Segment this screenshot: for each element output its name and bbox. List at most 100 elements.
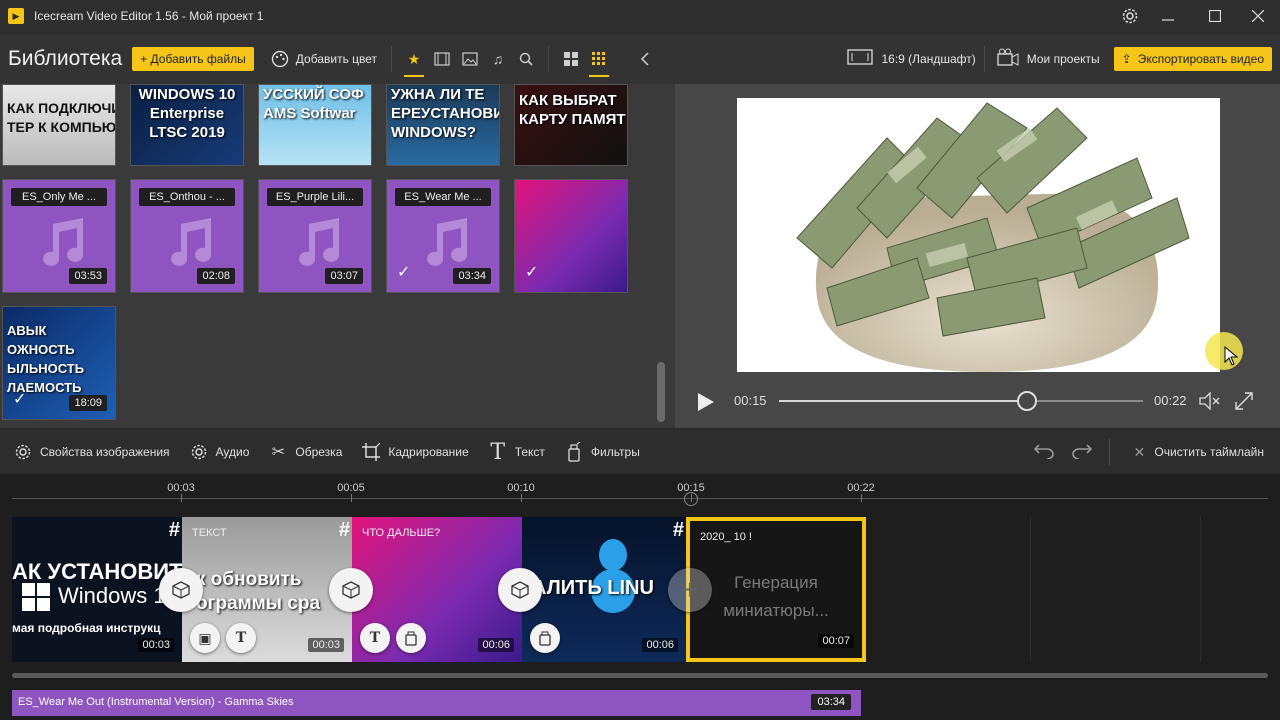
thumb-text: УССКИЙ СОФ AMS Softwar — [263, 86, 364, 122]
timeline-clip[interactable]: АК УСТАНОВИТ Windows 1 мая подробная инс… — [12, 517, 182, 662]
clip-label: ТЕКСТ — [192, 527, 227, 539]
audio-tile[interactable]: ES_Wear Me ... ✓ 03:34 — [386, 179, 500, 293]
play-icon[interactable] — [697, 392, 715, 415]
crop-action-icon[interactable]: ▣ — [190, 623, 220, 653]
video-thumb[interactable]: КАК ВЫБРАТ КАРТУ ПАМЯТ — [514, 84, 628, 166]
filter-action-icon[interactable] — [396, 623, 426, 653]
fullscreen-icon[interactable] — [1234, 391, 1254, 414]
clip-duration: 00:03 — [138, 638, 174, 652]
seek-handle[interactable] — [1016, 391, 1037, 411]
crop-button[interactable]: Кадрирование — [360, 441, 469, 463]
add-transition-icon[interactable]: + — [668, 568, 712, 612]
playhead-marker[interactable] — [684, 492, 698, 506]
video-thumb[interactable]: УССКИЙ СОФ AMS Softwar — [258, 84, 372, 166]
camera-icon — [997, 48, 1019, 71]
duration-badge: 03:34 — [453, 268, 491, 284]
music-icon[interactable]: ♫ — [488, 49, 508, 69]
divider — [391, 46, 393, 72]
timeline-scrollbar[interactable] — [12, 673, 1268, 678]
search-icon[interactable] — [516, 49, 536, 69]
transition-icon[interactable] — [329, 568, 373, 612]
close-icon[interactable] — [1236, 0, 1280, 32]
text-action-icon[interactable]: T — [226, 623, 256, 653]
text-button[interactable]: T Текст — [487, 440, 545, 465]
export-video-button[interactable]: ⇪ Экспортировать видео — [1113, 47, 1272, 71]
hash-icon: # — [168, 519, 180, 541]
audio-tile[interactable]: ES_Only Me ... 03:53 — [2, 179, 116, 293]
library-scrollbar[interactable] — [657, 362, 665, 422]
time-ruler[interactable]: 00:03 00:05 00:10 00:15 00:22 — [0, 474, 1280, 514]
aspect-ratio-button[interactable]: 16:9 (Ландшафт) — [847, 48, 976, 70]
clip-title: АК УСТАНОВИТ — [12, 559, 182, 584]
thumb-text: АВЫК ОЖНОСТЬ ЫЛЬНОСТЬ ЛАЕМОСТЬ — [7, 323, 85, 395]
check-icon: ✓ — [397, 264, 411, 281]
image-properties-button[interactable]: Свойства изображения — [12, 441, 170, 463]
video-thumb[interactable]: WINDOWS 10 Enterprise LTSC 2019 — [130, 84, 244, 166]
audio-name: ES_Onthou - ... — [139, 188, 235, 206]
divider — [983, 46, 985, 72]
clear-timeline-button[interactable]: ✕ Очистить таймлайн — [1120, 441, 1264, 463]
duration-badge: 18:09 — [69, 395, 107, 411]
timeline-clip-selected[interactable]: 2020_ 10 ! Генерация миниатюры... 00:07 — [686, 517, 866, 662]
image-icon[interactable] — [460, 49, 480, 69]
trim-button[interactable]: ✂ Обрезка — [267, 441, 343, 463]
audio-track-name: ES_Wear Me Out (Instrumental Version) - … — [18, 696, 294, 708]
hash-icon: # — [672, 519, 684, 541]
tick-label: 00:05 — [337, 482, 365, 494]
add-files-button[interactable]: + Добавить файлы — [132, 47, 254, 71]
aspect-ratio-icon — [847, 48, 874, 70]
film-icon[interactable] — [432, 49, 452, 69]
preview-panel: 00:15 00:22 — [675, 84, 1280, 428]
timeline-clip[interactable]: АЛИТЬ LINU # 00:06 — [522, 517, 686, 662]
toolbar-right: ✕ Очистить таймлайн — [1025, 430, 1270, 474]
audio-tile[interactable]: ES_Onthou - ... 02:08 — [130, 179, 244, 293]
grid-small-icon[interactable] — [589, 49, 610, 77]
aspect-ratio-label: 16:9 (Ландшафт) — [881, 52, 976, 66]
tick-label: 00:22 — [847, 482, 875, 494]
minimize-icon[interactable] — [1146, 0, 1190, 32]
audio-track[interactable]: ES_Wear Me Out (Instrumental Version) - … — [12, 690, 861, 716]
add-color-label: Добавить цвет — [295, 52, 378, 66]
filter-action-icon[interactable] — [530, 623, 560, 653]
my-projects-button[interactable]: Мои проекты — [997, 48, 1100, 71]
transition-icon[interactable] — [498, 568, 542, 612]
scissors-icon: ✂ — [271, 444, 286, 461]
ruler-line — [12, 498, 1268, 499]
clip-subtitle: ограммы сра — [196, 593, 321, 614]
redo-icon[interactable] — [1071, 439, 1093, 465]
timeline-clip[interactable]: ЧТО ДАЛЬШЕ? T 00:06 — [352, 517, 522, 662]
video-thumb[interactable]: АВЫК ОЖНОСТЬ ЫЛЬНОСТЬ ЛАЕМОСТЬ ✓ 18:09 — [2, 306, 116, 420]
mute-icon[interactable] — [1199, 391, 1221, 413]
clip-duration: 00:03 — [308, 638, 344, 652]
audio-name: ES_Only Me ... — [11, 188, 107, 206]
check-icon: ✓ — [13, 391, 27, 408]
add-color-button[interactable]: Добавить цвет — [270, 49, 377, 69]
maximize-icon[interactable] — [1193, 0, 1237, 32]
undo-icon[interactable] — [1033, 439, 1055, 465]
palette-icon — [270, 49, 290, 69]
video-frame[interactable] — [737, 98, 1220, 372]
video-thumb[interactable]: КАК ПОДКЛЮЧИТ ТЕР К КОМПЬЮ — [2, 84, 116, 166]
clip-label: ЧТО ДАЛЬШЕ? — [362, 527, 441, 539]
chevron-left-icon[interactable] — [635, 49, 655, 69]
star-icon[interactable]: ★ — [404, 49, 425, 77]
timeline-clip[interactable]: ТЕКСТ к обновить ограммы сра # ▣ T 00:03 — [182, 517, 352, 662]
library-title: Библиотека — [8, 47, 123, 70]
thumb-text: УЖНА ЛИ ТЕ ЕРЕУСТАНОВИ WINDOWS? — [391, 86, 500, 141]
transition-icon[interactable] — [159, 568, 203, 612]
timeline: 00:03 00:05 00:10 00:15 00:22 АК УСТАНОВ… — [0, 474, 1280, 720]
filters-button[interactable]: Фильтры — [563, 441, 640, 463]
upload-icon: ⇪ — [1121, 52, 1132, 66]
audio-tile[interactable]: ES_Purple Lili... 03:07 — [258, 179, 372, 293]
seek-bar-fill — [779, 400, 1027, 402]
audio-button[interactable]: Аудио — [188, 441, 249, 463]
grid-large-icon[interactable] — [561, 49, 581, 69]
gradient-tile[interactable]: ✓ — [514, 179, 628, 293]
gear-icon — [12, 441, 34, 463]
clip-duration: 00:07 — [818, 634, 854, 648]
duration-badge: 03:07 — [325, 268, 363, 284]
video-thumb[interactable]: УЖНА ЛИ ТЕ ЕРЕУСТАНОВИ WINDOWS? — [386, 84, 500, 166]
text-action-icon[interactable]: T — [360, 623, 390, 653]
title-bar: ▶ Icecream Video Editor 1.56 - Мой проек… — [0, 0, 1280, 32]
seek-bar[interactable] — [779, 400, 1143, 402]
